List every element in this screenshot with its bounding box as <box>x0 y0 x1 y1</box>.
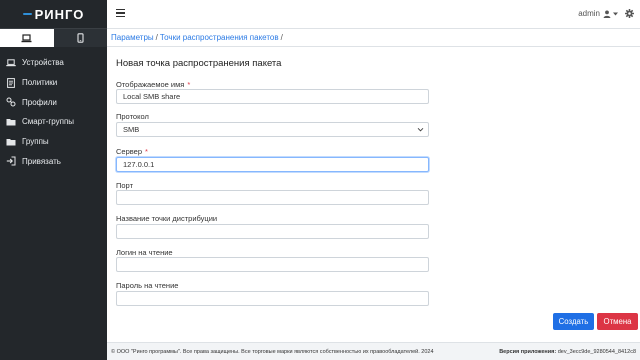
server-input[interactable] <box>116 157 429 172</box>
device-tabs <box>0 29 107 47</box>
document-icon <box>6 77 16 88</box>
port-input[interactable] <box>116 190 429 205</box>
sign-in-icon <box>6 156 16 166</box>
protocol-select[interactable]: SMB <box>116 122 429 137</box>
laptop-icon <box>21 33 32 42</box>
read-login-input[interactable] <box>116 257 429 272</box>
read-login-label: Логин на чтение <box>116 248 173 257</box>
brand-name: РИНГО <box>34 6 85 22</box>
share-name-input[interactable] <box>116 224 429 239</box>
sidebar-item-label: Привязать <box>22 156 61 166</box>
user-icon <box>603 10 611 18</box>
laptop-icon <box>6 58 16 68</box>
display-name-label: Отображаемое имя * <box>116 80 191 89</box>
tab-mobile[interactable] <box>53 29 107 47</box>
sidebar-item-profiles[interactable]: Профили <box>0 92 107 112</box>
sidebar: РИНГО Устройства Политики Профили Смарт-… <box>0 0 107 360</box>
version-value: dev_3ecc9de_9280544_8412c8 <box>557 348 636 355</box>
sidebar-item-label: Политики <box>22 78 58 88</box>
chevron-down-icon <box>417 127 424 132</box>
profiles-icon <box>6 97 16 107</box>
server-label: Сервер * <box>116 147 148 156</box>
menu-toggle-icon[interactable] <box>116 9 125 18</box>
page-title: Новая точка распространения пакета <box>116 58 282 69</box>
caret-down-icon <box>613 12 618 15</box>
brand-mark-icon <box>22 13 32 15</box>
breadcrumb: Параметры / Точки распространения пакето… <box>107 29 640 47</box>
brand-logo[interactable]: РИНГО <box>0 0 107 29</box>
breadcrumb-distribution-points[interactable]: Точки распространения пакетов <box>160 33 279 42</box>
cancel-button[interactable]: Отмена <box>597 313 638 330</box>
user-name: admin <box>578 9 600 18</box>
top-bar: admin <box>107 0 640 29</box>
sidebar-item-smart-groups[interactable]: Смарт-группы <box>0 112 107 132</box>
breadcrumb-separator: / <box>155 33 158 42</box>
user-menu[interactable]: admin <box>578 9 618 18</box>
sidebar-item-policies[interactable]: Политики <box>0 73 107 93</box>
required-mark: * <box>187 80 191 89</box>
sidebar-item-enroll[interactable]: Привязать <box>0 151 107 171</box>
form-card: Новая точка распространения пакета Отобр… <box>107 47 640 342</box>
sidebar-item-label: Устройства <box>22 58 64 68</box>
breadcrumb-separator: / <box>280 33 283 42</box>
breadcrumb-settings[interactable]: Параметры <box>111 33 154 42</box>
read-password-input[interactable] <box>116 291 429 306</box>
sidebar-item-label: Смарт-группы <box>22 117 75 127</box>
sidebar-item-groups[interactable]: Группы <box>0 132 107 152</box>
mobile-icon <box>77 33 84 43</box>
sidebar-nav: Устройства Политики Профили Смарт-группы… <box>0 53 107 171</box>
gear-icon[interactable] <box>625 9 634 18</box>
folder-icon <box>6 137 16 147</box>
create-button[interactable]: Создать <box>553 313 594 330</box>
port-label: Порт <box>116 181 134 190</box>
protocol-label: Протокол <box>116 112 149 121</box>
required-mark: * <box>145 147 148 156</box>
read-password-label: Пароль на чтение <box>116 281 179 290</box>
footer: © ООО "Ринго программы". Все права защищ… <box>107 342 640 360</box>
version-label: Версия приложения: <box>499 348 557 355</box>
sidebar-item-devices[interactable]: Устройства <box>0 53 107 73</box>
share-name-label: Название точки дистрибуции <box>116 214 218 223</box>
folder-icon <box>6 117 16 127</box>
display-name-input[interactable] <box>116 89 429 104</box>
sidebar-item-label: Группы <box>22 137 49 147</box>
tab-desktop[interactable] <box>0 29 54 47</box>
protocol-selected-value: SMB <box>123 125 140 134</box>
sidebar-item-label: Профили <box>22 97 57 107</box>
footer-copyright: © ООО "Ринго программы". Все права защищ… <box>111 348 434 355</box>
footer-version: Версия приложения: dev_3ecc9de_9280544_8… <box>499 349 636 355</box>
